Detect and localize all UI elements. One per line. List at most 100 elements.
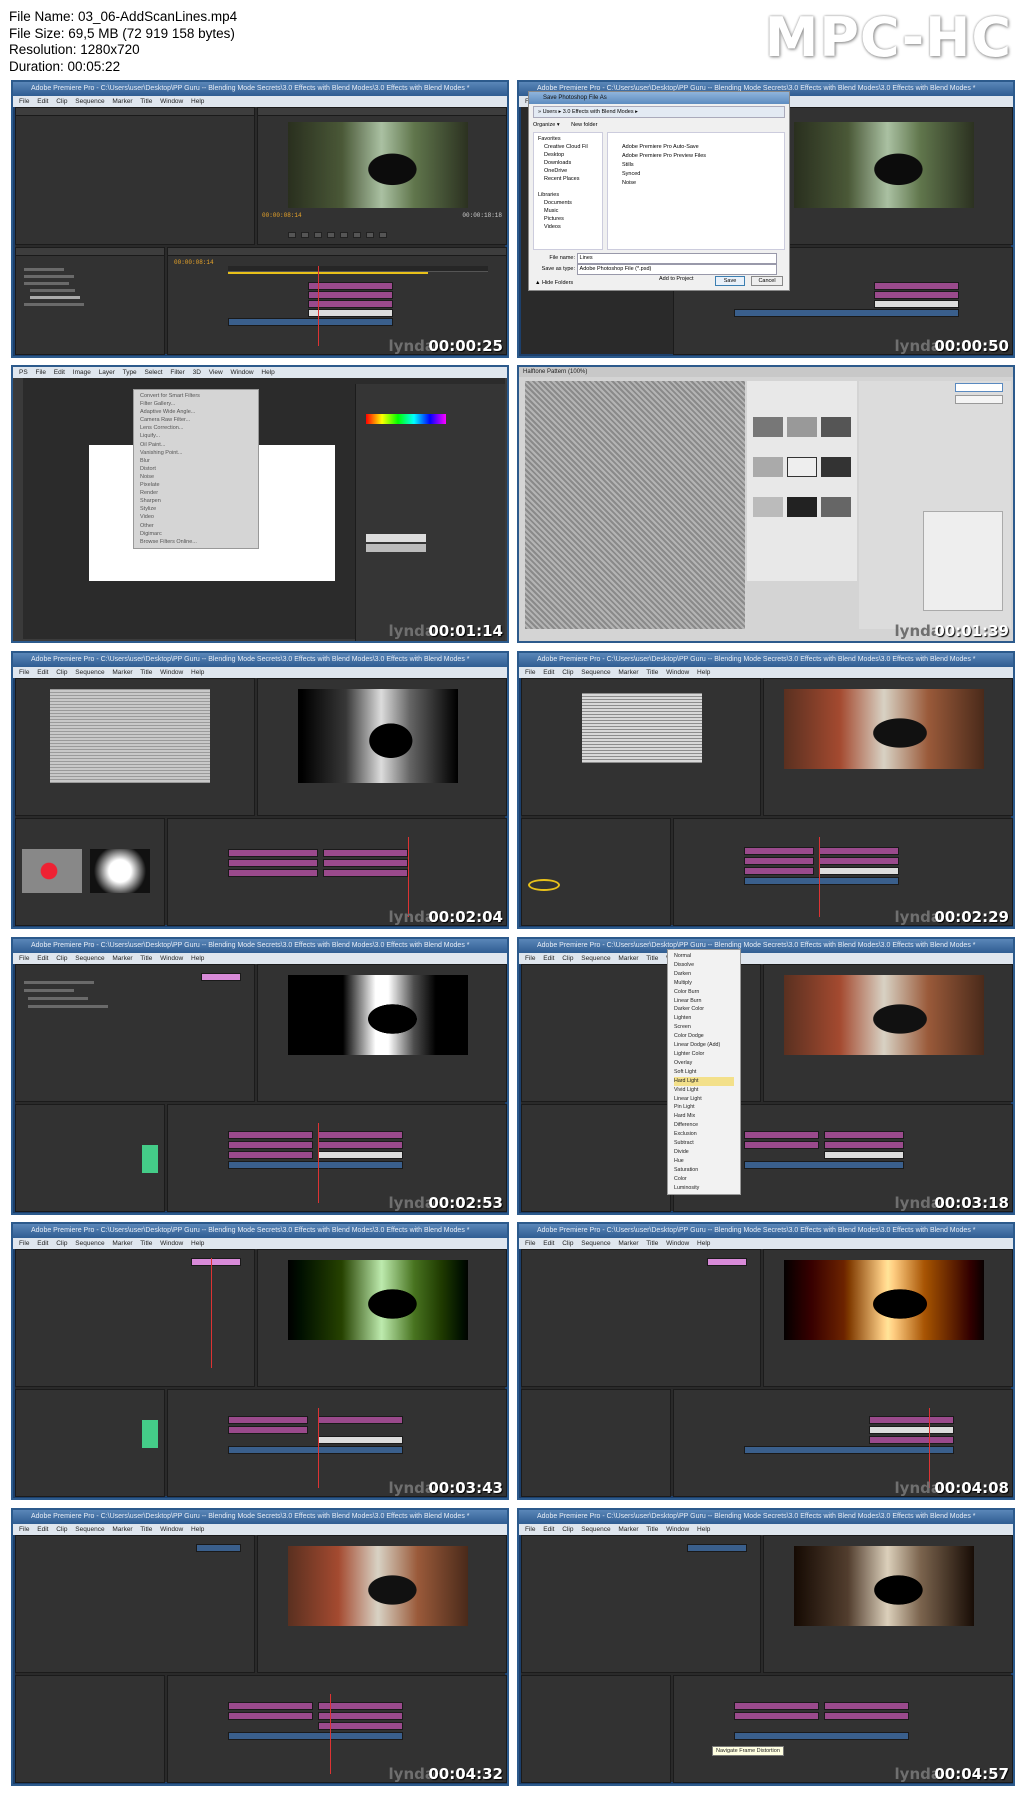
folder-item[interactable]: Adobe Premiere Pro Auto-Save [622, 143, 780, 152]
menu-item[interactable]: Adaptive Wide Angle... [140, 408, 252, 416]
project-panel [15, 1675, 165, 1783]
program-monitor [763, 1249, 1013, 1387]
menu-item[interactable]: Hue [674, 1157, 734, 1166]
menu-item-selected[interactable]: Hard Light [674, 1076, 734, 1086]
add-to-project-checkbox[interactable]: Add to Project [659, 276, 694, 282]
window-title: Adobe Premiere Pro - C:\Users\user\Deskt… [519, 653, 1013, 667]
menu-bar[interactable]: File Edit Clip Sequence Marker Title Win… [13, 953, 507, 964]
menu-item[interactable]: Noise [140, 473, 252, 481]
frame-thumbnail: Adobe Premiere Pro - C:\Users\user\Deskt… [517, 80, 1015, 358]
nav-item[interactable]: Music [538, 207, 598, 215]
menu-item[interactable]: Sharpen [140, 497, 252, 505]
cancel-button[interactable]: Cancel [751, 276, 783, 286]
nav-item[interactable]: Pictures [538, 215, 598, 223]
ok-button[interactable] [955, 383, 1003, 392]
menu-item[interactable]: Vivid Light [674, 1086, 734, 1095]
hide-folders-toggle[interactable]: ▲ Hide Folders [535, 280, 573, 286]
menu-bar[interactable]: File Edit Clip Sequence Marker Title Win… [13, 96, 507, 107]
save-type-select[interactable]: Adobe Photoshop File (*.psd) [576, 264, 777, 275]
menu-item[interactable]: Linear Burn [674, 997, 734, 1006]
menu-item[interactable]: Oil Paint... [140, 441, 252, 449]
menu-item[interactable]: Dissolve [674, 961, 734, 970]
cancel-button[interactable] [955, 395, 1003, 404]
nav-item[interactable]: OneDrive [538, 167, 598, 175]
menu-bar[interactable]: File Edit Clip Sequence Marker Title Win… [519, 1238, 1013, 1249]
menu-item[interactable]: Distort [140, 465, 252, 473]
menu-item[interactable]: Normal [674, 952, 734, 961]
address-bar[interactable]: » Users ▸ 3.0 Effects with Blend Modes ▸ [533, 106, 785, 118]
menu-item[interactable]: Convert for Smart Filters [140, 392, 252, 400]
menu-item[interactable]: Darken [674, 970, 734, 979]
menu-item[interactable]: Color Burn [674, 988, 734, 997]
menu-item[interactable]: Overlay [674, 1059, 734, 1068]
menu-item[interactable]: Camera Raw Filter... [140, 416, 252, 424]
menu-item[interactable]: Render [140, 489, 252, 497]
save-button[interactable]: Save [715, 276, 745, 286]
menu-item[interactable]: Filter Gallery... [140, 400, 252, 408]
menu-item[interactable]: Darker Color [674, 1005, 734, 1014]
menu-item[interactable]: Screen [674, 1023, 734, 1032]
menu-item[interactable]: Liquify... [140, 432, 252, 440]
project-panel [15, 247, 165, 355]
menu-item[interactable]: Exclusion [674, 1130, 734, 1139]
menu-item[interactable]: Lighter Color [674, 1050, 734, 1059]
photoshop-workspace [15, 378, 505, 641]
nav-item[interactable]: Libraries [538, 191, 598, 199]
tools-panel [15, 378, 23, 639]
frame-timestamp: 00:03:43 [428, 1479, 503, 1497]
nav-item[interactable]: Videos [538, 223, 598, 231]
nav-item[interactable]: Downloads [538, 159, 598, 167]
dialog-title: Save Photoshop File As [529, 92, 789, 104]
nav-item[interactable]: Favorites [538, 135, 598, 143]
menu-bar[interactable]: File Edit Clip Sequence Marker Title Win… [519, 1524, 1013, 1535]
menu-item[interactable]: Blur [140, 457, 252, 465]
menu-item[interactable]: Subtract [674, 1139, 734, 1148]
frame-thumbnail: Halftone Pattern (100%) lynda 00:01:39 [517, 365, 1015, 643]
menu-bar[interactable]: File Edit Clip Sequence Marker Title Win… [519, 667, 1013, 678]
program-monitor [763, 964, 1013, 1102]
menu-item[interactable]: Browse Filters Online... [140, 538, 252, 546]
menu-item[interactable]: Soft Light [674, 1068, 734, 1077]
menu-bar[interactable]: File Edit Clip Sequence Marker Title Win… [13, 667, 507, 678]
transport-controls[interactable] [288, 230, 387, 240]
menu-item[interactable]: Pixelate [140, 481, 252, 489]
premiere-workspace [15, 678, 507, 926]
menu-item[interactable]: Other [140, 522, 252, 530]
file-item[interactable]: Noise [622, 179, 780, 188]
folder-item[interactable]: Synced [622, 170, 780, 179]
menu-item[interactable]: Saturation [674, 1166, 734, 1175]
file-list: Adobe Premiere Pro Auto-Save Adobe Premi… [607, 132, 785, 250]
menu-item[interactable]: Lens Correction... [140, 424, 252, 432]
menu-item[interactable]: Multiply [674, 979, 734, 988]
menu-item[interactable]: Color Dodge [674, 1032, 734, 1041]
folder-item[interactable]: Adobe Premiere Pro Preview Files [622, 152, 780, 161]
menu-item[interactable]: Linear Light [674, 1095, 734, 1104]
organize-button[interactable]: Organize ▾ [533, 122, 560, 128]
nav-item[interactable]: Creative Cloud Fil [538, 143, 598, 151]
menu-bar[interactable]: File Edit Clip Sequence Marker Title Win… [13, 1238, 507, 1249]
menu-item[interactable]: Hard Mix [674, 1112, 734, 1121]
nav-item[interactable]: Recent Places [538, 175, 598, 183]
menu-item[interactable]: Linear Dodge (Add) [674, 1041, 734, 1050]
menu-item[interactable]: Vanishing Point... [140, 449, 252, 457]
nav-item[interactable]: Desktop [538, 151, 598, 159]
menu-item[interactable]: Lighten [674, 1014, 734, 1023]
menu-bar[interactable]: File Edit Clip Sequence Marker Title Win… [519, 953, 1013, 964]
blend-mode-menu: Normal Dissolve Darken Multiply Color Bu… [667, 949, 741, 1196]
file-name-input[interactable]: Lines [576, 253, 777, 264]
menu-item[interactable]: Stylize [140, 505, 252, 513]
menu-item[interactable]: Divide [674, 1148, 734, 1157]
menu-item[interactable]: Digimarc [140, 530, 252, 538]
ps-menu-bar[interactable]: PS File Edit Image Layer Type Select Fil… [13, 367, 507, 378]
premiere-workspace [15, 1249, 507, 1497]
folder-item[interactable]: Stills [622, 161, 780, 170]
menu-bar[interactable]: File Edit Clip Sequence Marker Title Win… [13, 1524, 507, 1535]
menu-item[interactable]: Color [674, 1175, 734, 1184]
nav-item[interactable]: Documents [538, 199, 598, 207]
menu-item[interactable]: Difference [674, 1121, 734, 1130]
menu-item[interactable]: Pin Light [674, 1103, 734, 1112]
effect-controls [521, 1249, 761, 1387]
menu-item[interactable]: Luminosity [674, 1184, 734, 1193]
new-folder-button[interactable]: New folder [571, 122, 597, 128]
menu-item[interactable]: Video [140, 513, 252, 521]
